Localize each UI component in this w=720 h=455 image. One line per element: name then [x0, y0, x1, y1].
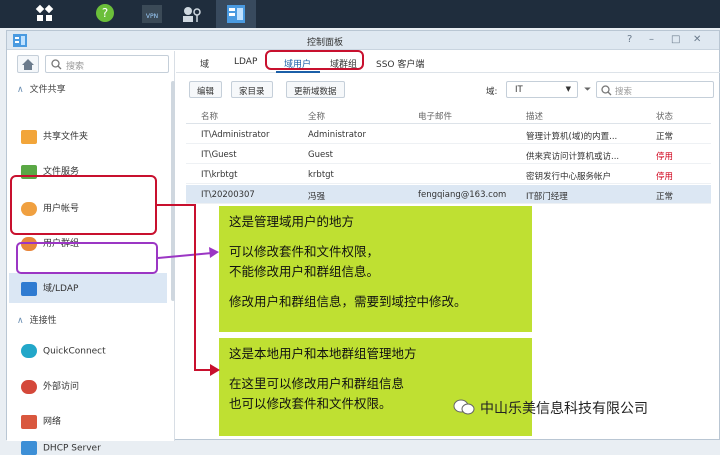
sidebar-item-label: DHCP Server — [43, 443, 101, 454]
annotation-arrows — [157, 204, 220, 376]
sidebar-item-dhcp-server[interactable]: DHCP Server — [21, 441, 101, 455]
purple-arrow — [157, 247, 219, 259]
dhcp-icon — [21, 441, 37, 455]
watermark-text: 中山乐美信息科技有限公司 — [480, 401, 648, 417]
wechat-icon — [453, 399, 475, 415]
red-arrow — [157, 204, 220, 376]
